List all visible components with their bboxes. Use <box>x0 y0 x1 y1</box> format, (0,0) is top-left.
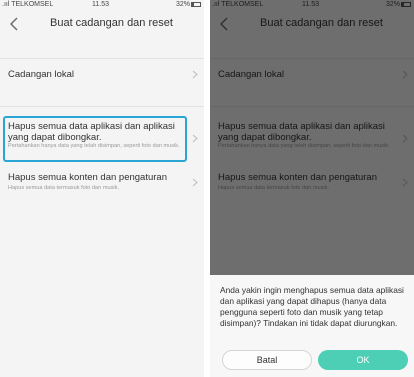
confirm-dialog: Anda yakin ingin menghapus semua data ap… <box>210 275 414 377</box>
chevron-right-icon <box>192 70 198 79</box>
header-bar: Buat cadangan dan reset <box>0 10 204 38</box>
battery-icon <box>191 1 201 7</box>
status-bar: .ııl TELKOMSEL 11.53 32% <box>0 0 204 9</box>
list-item-label: Hapus semua konten dan pengaturan <box>8 172 167 183</box>
list-item-description: Pertahankan hanya data yang telah disimp… <box>8 143 180 149</box>
list-item-erase-app-data[interactable]: Hapus semua data aplikasi dan aplikasi y… <box>0 116 204 162</box>
cancel-button[interactable]: Batal <box>222 350 312 370</box>
status-icons: 32% <box>176 0 201 9</box>
chevron-left-icon[interactable] <box>8 16 20 32</box>
list-item-label: Cadangan lokal <box>8 69 75 80</box>
page-title: Buat cadangan dan reset <box>50 17 173 29</box>
settings-screen-with-dialog: .ııl TELKOMSEL 11.53 32% Buat cadangan d… <box>210 0 414 377</box>
clock: 11.53 <box>92 1 109 8</box>
carrier-label: .ııl TELKOMSEL <box>2 1 54 8</box>
battery-percent: 32% <box>175 1 190 8</box>
dialog-message: Anda yakin ingin menghapus semua data ap… <box>220 285 404 328</box>
settings-screen: .ııl TELKOMSEL 11.53 32% Buat cadangan d… <box>0 0 204 377</box>
list-item-label: Hapus semua data aplikasi dan aplikasi y… <box>8 121 175 143</box>
divider <box>0 106 204 107</box>
chevron-right-icon <box>192 134 198 143</box>
list-item-local-backup[interactable]: Cadangan lokal <box>0 59 204 90</box>
list-item-description: Hapus semua data termasuk foto dan musik… <box>8 185 119 191</box>
ok-button[interactable]: OK <box>318 350 408 370</box>
list-item-erase-all-content[interactable]: Hapus semua konten dan pengaturan Hapus … <box>0 170 204 200</box>
chevron-right-icon <box>192 178 198 187</box>
